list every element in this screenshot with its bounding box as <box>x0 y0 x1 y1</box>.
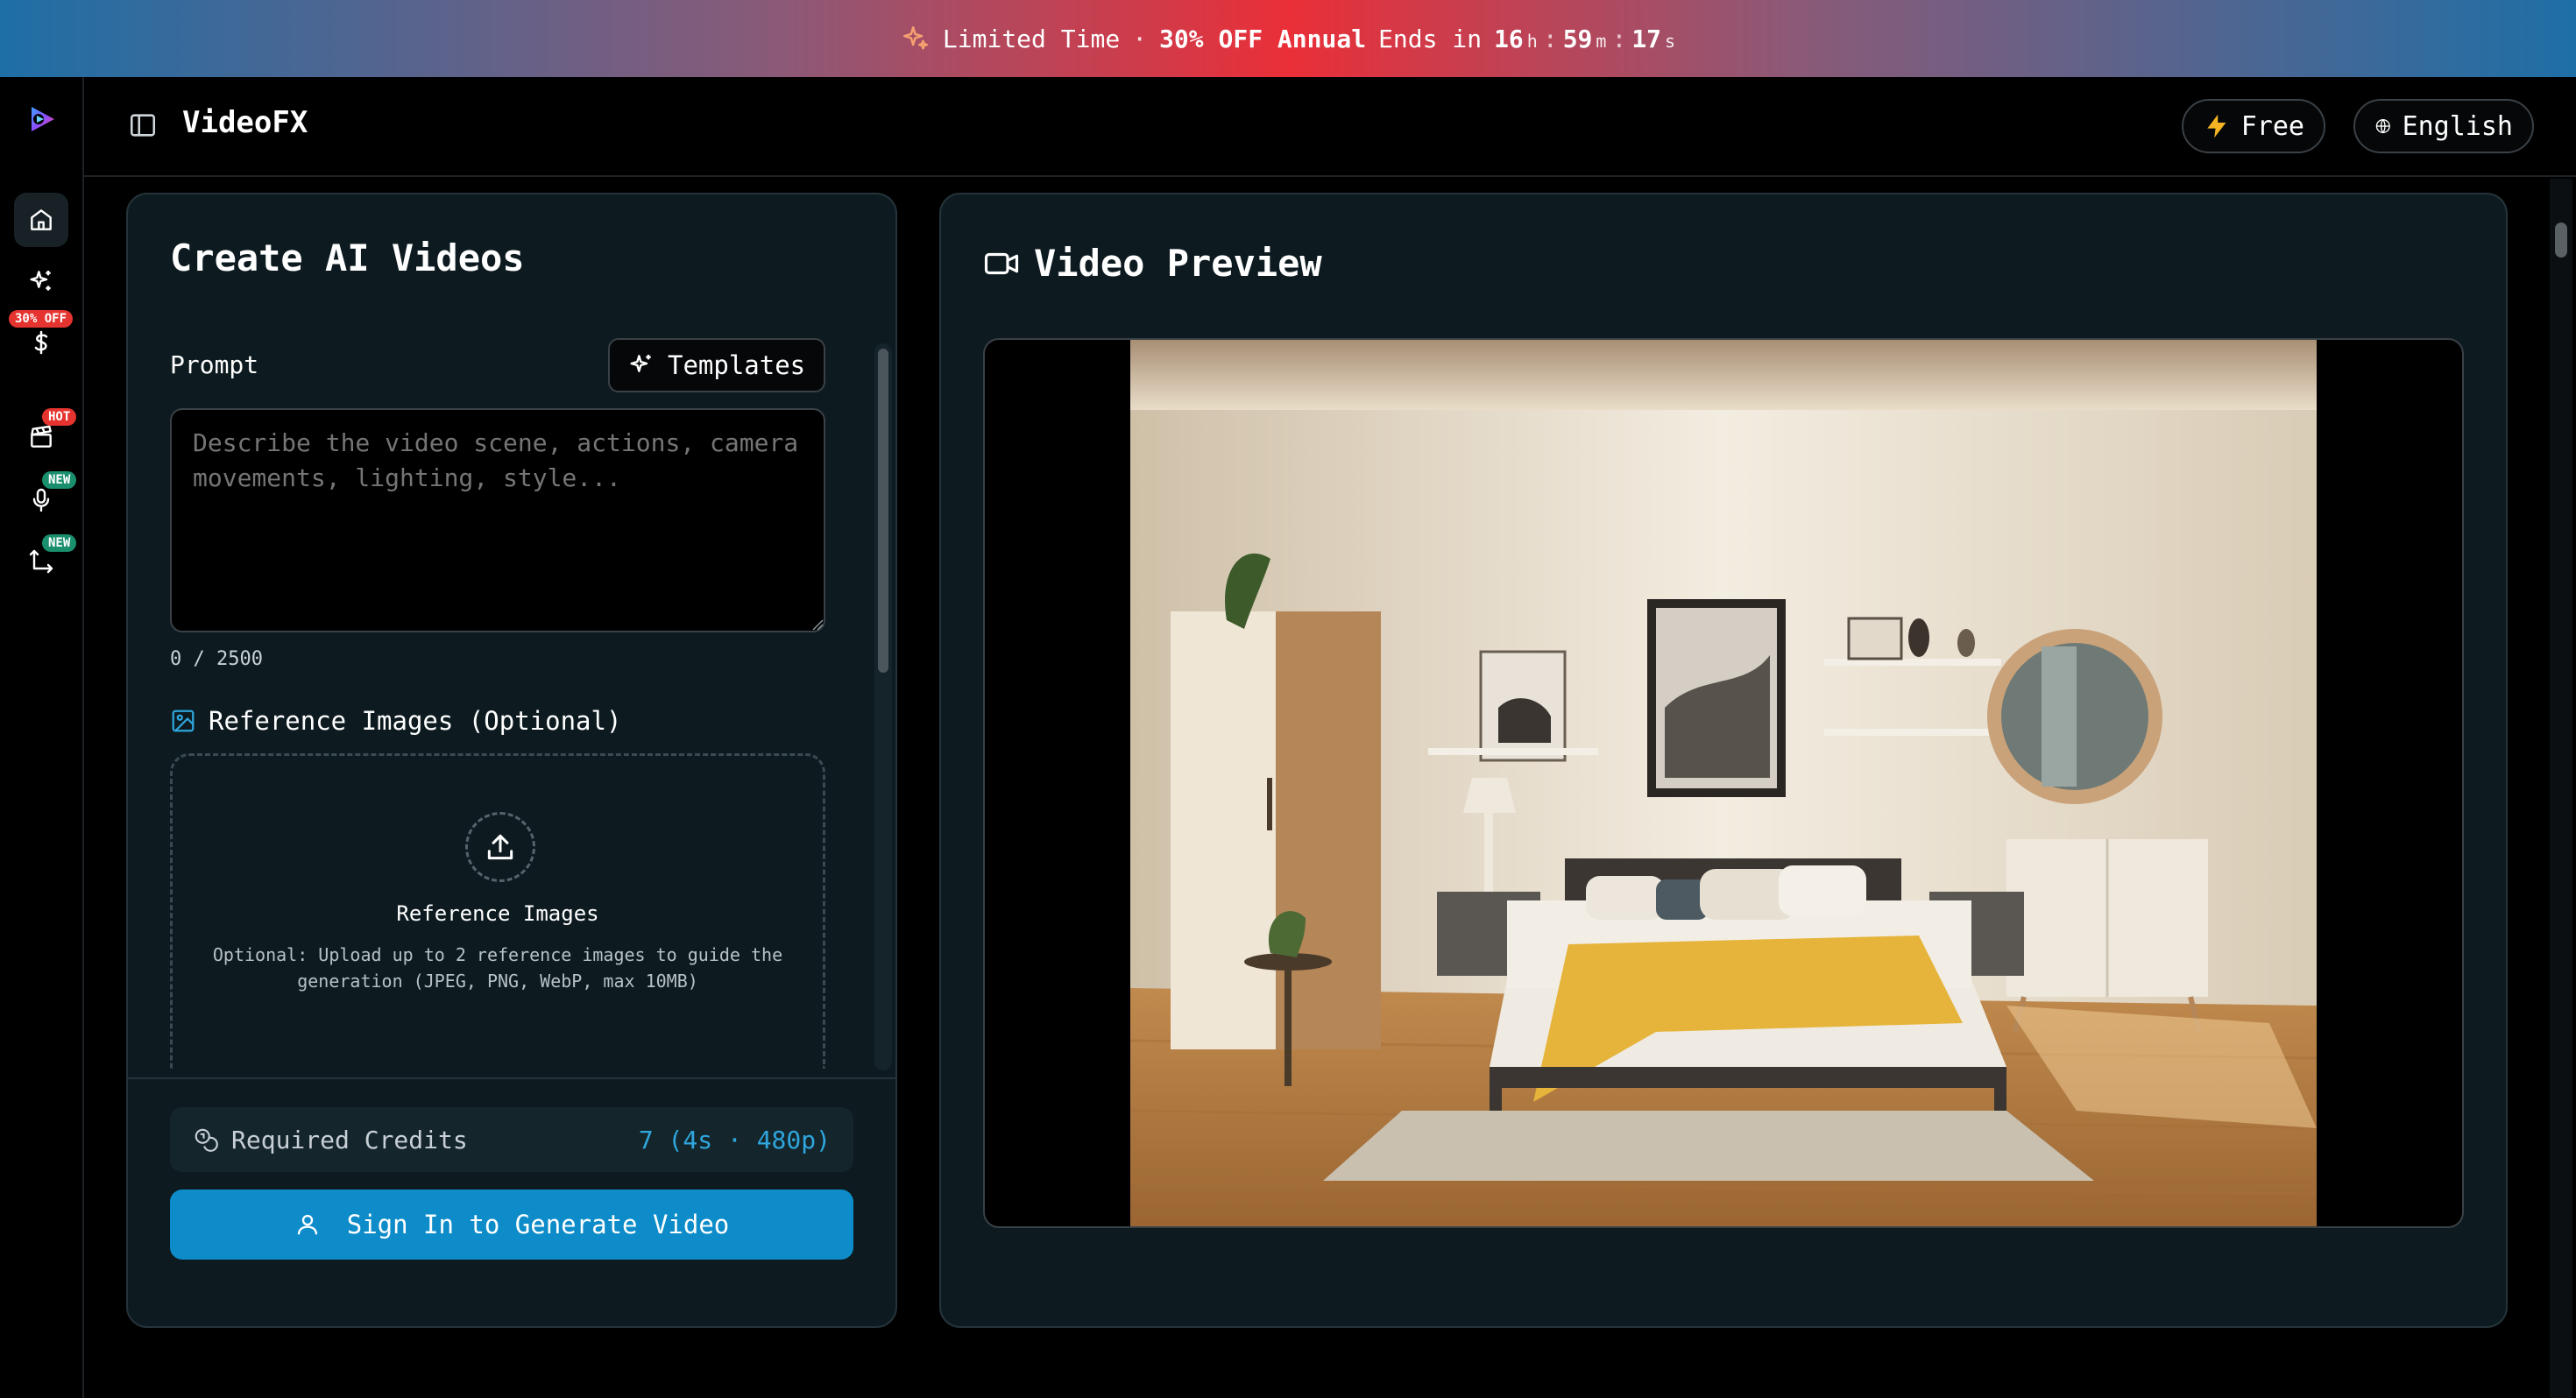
language-button[interactable]: English <box>2353 99 2534 153</box>
home-icon <box>31 209 52 230</box>
promo-prefix: Limited Time <box>942 24 1121 53</box>
credits-value: 7 (4s · 480p) <box>638 1125 831 1154</box>
plan-button[interactable]: Free <box>2182 99 2325 153</box>
sparkles-icon <box>30 271 51 291</box>
page-scrollbar-thumb[interactable] <box>2555 222 2567 258</box>
sidebar: 30% OFF HOT NEW NEW <box>0 77 84 1398</box>
create-panel-title: Create AI Videos <box>170 237 525 279</box>
video-preview-title: Video Preview <box>1034 242 1322 285</box>
video-preview-panel: Video Preview <box>939 193 2508 1328</box>
coins-icon <box>195 1128 218 1152</box>
prompt-input[interactable] <box>170 408 825 632</box>
dropzone-title: Reference Images <box>396 901 599 926</box>
countdown-hours: 16 <box>1494 24 1524 53</box>
promo-banner[interactable]: Limited Time · 30% OFF Annual Ends in 16… <box>0 0 2576 77</box>
sign-in-generate-button[interactable]: Sign In to Generate Video <box>170 1190 853 1260</box>
templates-button[interactable]: Templates <box>608 338 825 392</box>
prompt-label: Prompt <box>170 350 259 379</box>
sidebar-toggle-icon[interactable] <box>128 110 158 140</box>
create-panel: Create AI Videos Prompt Templates 0 / 25… <box>126 193 897 1328</box>
upload-icon <box>487 834 513 860</box>
prompt-char-count: 0 / 2500 <box>170 648 263 670</box>
reference-images-header: Reference Images (Optional) <box>170 706 621 736</box>
required-credits: Required Credits 7 (4s · 480p) <box>170 1107 853 1172</box>
countdown-seconds-unit: s <box>1665 30 1676 52</box>
resize-handle-icon[interactable] <box>811 618 824 631</box>
page-scrollbar-track[interactable] <box>2550 179 2572 1398</box>
countdown-minutes-unit: m <box>1596 30 1607 52</box>
panel-divider <box>128 1077 895 1079</box>
sparkles-icon <box>630 355 651 372</box>
image-icon <box>172 710 195 732</box>
badge-hot: HOT <box>42 408 77 426</box>
language-label: English <box>2402 110 2513 142</box>
badge-new: NEW <box>42 471 77 489</box>
dropzone-description: Optional: Upload up to 2 reference image… <box>212 944 783 992</box>
sign-in-label: Sign In to Generate Video <box>346 1210 730 1239</box>
video-camera-icon <box>984 252 1019 274</box>
app-title: VideoFX <box>182 105 308 140</box>
sidebar-item-home[interactable] <box>14 193 68 247</box>
dollar-icon <box>34 330 48 355</box>
badge-discount: 30% OFF <box>9 310 74 328</box>
countdown-hours-unit: h <box>1526 30 1538 52</box>
countdown-minutes: 59 <box>1562 24 1593 53</box>
top-header: VideoFX Free English <box>84 77 2576 177</box>
lightning-icon <box>2207 114 2226 138</box>
plan-label: Free <box>2240 110 2304 142</box>
promo-offer: 30% OFF Annual <box>1159 24 1367 53</box>
reference-images-dropzone[interactable]: Reference Images Optional: Upload up to … <box>170 753 825 1069</box>
countdown-seconds: 17 <box>1631 24 1662 53</box>
badge-new: NEW <box>42 534 77 552</box>
video-preview-image[interactable] <box>1130 340 2317 1228</box>
templates-label: Templates <box>668 350 806 380</box>
user-icon <box>297 1214 317 1235</box>
clapperboard-icon <box>31 425 52 448</box>
upload-button[interactable] <box>465 812 535 882</box>
sidebar-item-generate[interactable] <box>14 254 68 308</box>
app-logo-icon[interactable] <box>26 103 58 135</box>
video-preview-header: Video Preview <box>983 242 1322 285</box>
countdown: 16 h:59 m:17 s <box>1494 25 1675 53</box>
microphone-icon <box>32 488 50 512</box>
promo-separator: · <box>1132 24 1148 53</box>
globe-icon <box>2375 118 2390 134</box>
credits-label: Required Credits <box>231 1125 468 1154</box>
panel-scrollbar-thumb[interactable] <box>878 349 888 673</box>
sparkles-icon <box>902 25 928 50</box>
countdown-colon: : <box>1611 24 1627 53</box>
reference-images-label: Reference Images (Optional) <box>209 706 622 736</box>
video-player[interactable] <box>983 338 2464 1228</box>
promo-ends-in: Ends in <box>1378 24 1483 53</box>
countdown-colon: : <box>1542 24 1558 53</box>
